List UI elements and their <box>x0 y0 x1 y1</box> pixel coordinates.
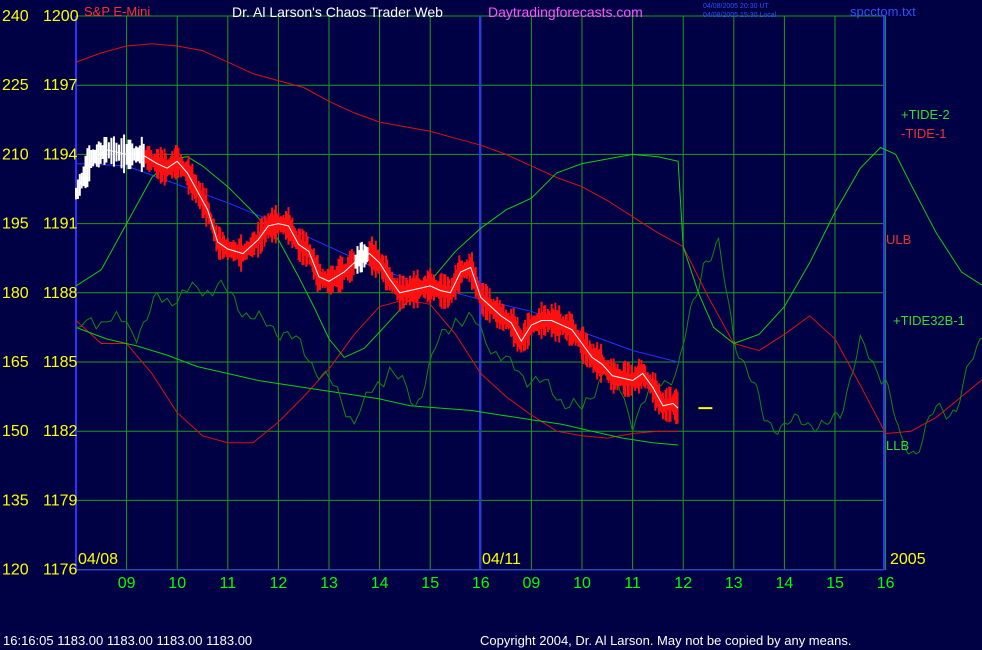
quote-readout: 16:16:05 1183.00 1183.00 1183.00 1183.00 <box>3 633 253 648</box>
copyright: Copyright 2004, Dr. Al Larson. May not b… <box>480 633 852 648</box>
series-tide-2 <box>75 146 982 359</box>
date-mid: 04/11 <box>482 551 521 568</box>
x-tick: 15 <box>826 575 844 592</box>
x-tick: 09 <box>118 575 136 592</box>
page-title: Dr. Al Larson's Chaos Trader Web <box>232 4 443 20</box>
y-tick-right: 1176 <box>43 562 78 579</box>
y-tick-left: 135 <box>2 492 29 509</box>
series-ulb <box>75 299 679 444</box>
legend-tide-1: -TIDE-1 <box>901 126 947 141</box>
y-tick-left: 225 <box>2 77 29 94</box>
x-tick: 14 <box>776 575 794 592</box>
y-tick-left: 165 <box>2 354 29 371</box>
series-tide-1 <box>75 43 982 435</box>
x-tick: 12 <box>270 575 288 592</box>
legend-tide-2: +TIDE-2 <box>901 107 950 122</box>
file-name: spcctom.txt <box>850 4 916 19</box>
y-tick-right: 1194 <box>43 146 78 163</box>
x-tick: 10 <box>168 575 186 592</box>
x-tick: 14 <box>371 575 389 592</box>
symbol-label: S&P E-Mini <box>84 4 151 19</box>
x-tick: 13 <box>725 575 743 592</box>
y-tick-right: 1191 <box>43 216 78 233</box>
legend-ulb: ULB <box>886 232 912 247</box>
legend-llb: LLB <box>886 438 910 453</box>
chart-stage: 240 225 210 195 180 165 150 135 120 1200 1197 1194 1… <box>0 0 982 650</box>
site-link[interactable]: Daytradingforecasts.com <box>488 5 643 19</box>
y-tick-left: 210 <box>2 146 29 163</box>
x-tick: 16 <box>472 575 490 592</box>
x-tick: 11 <box>624 575 641 592</box>
x-tick: 13 <box>320 575 338 592</box>
y-tick-right: 1182 <box>43 423 78 440</box>
year-label: 2005 <box>890 551 926 568</box>
y-tick-left: 150 <box>2 423 29 440</box>
x-tick: 10 <box>573 575 591 592</box>
y-tick-left: 180 <box>2 285 29 302</box>
x-tick: 11 <box>219 575 236 592</box>
y-tick-right: 1188 <box>43 285 78 302</box>
series-smoothed-price <box>75 149 679 409</box>
y-tick-left: 195 <box>2 216 29 233</box>
y-tick-right: 1179 <box>43 492 78 509</box>
y-tick-left: 120 <box>2 562 29 579</box>
y-tick-right: 1185 <box>43 354 78 371</box>
date-start: 04/08 <box>78 551 119 568</box>
time-local: 04/08/2005 15:30 Local <box>703 12 777 19</box>
x-tick: 09 <box>523 575 541 592</box>
y-tick-right: 1197 <box>43 77 78 94</box>
series-tide32b-1 <box>75 236 982 455</box>
y-tick-left: 240 <box>2 8 29 25</box>
x-tick: 15 <box>421 575 439 592</box>
time-ut: 04/08/2005 20:30 UT <box>703 3 769 10</box>
y-tick-right: 1200 <box>43 8 79 25</box>
legend-tide32b: +TIDE32B-1 <box>893 313 965 328</box>
x-tick: 16 <box>877 575 895 592</box>
x-tick: 12 <box>674 575 692 592</box>
